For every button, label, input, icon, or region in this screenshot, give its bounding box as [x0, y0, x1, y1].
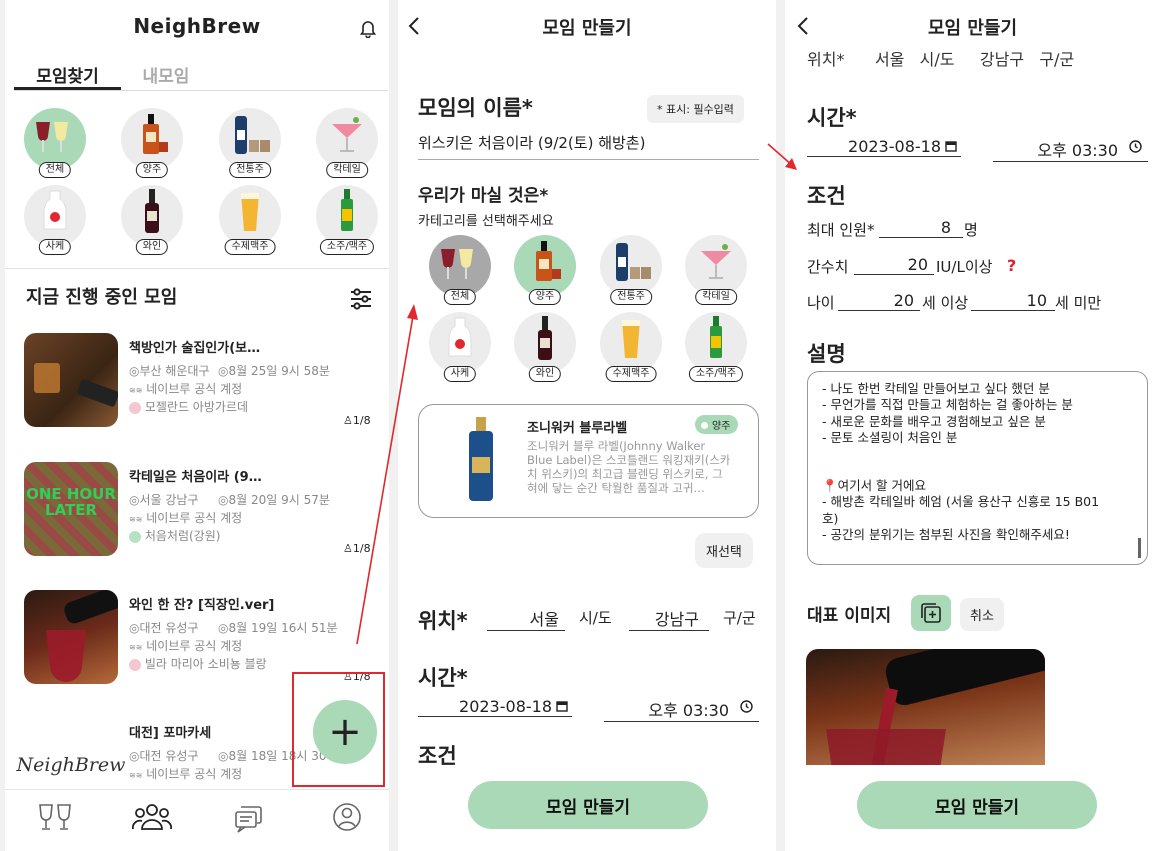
annotation-arrows: [356, 143, 797, 645]
composite-screens: NeighBrew 모임찾기 내모임 전체 양주 전통주 칵테일 사케 와인 수…: [0, 0, 1160, 851]
